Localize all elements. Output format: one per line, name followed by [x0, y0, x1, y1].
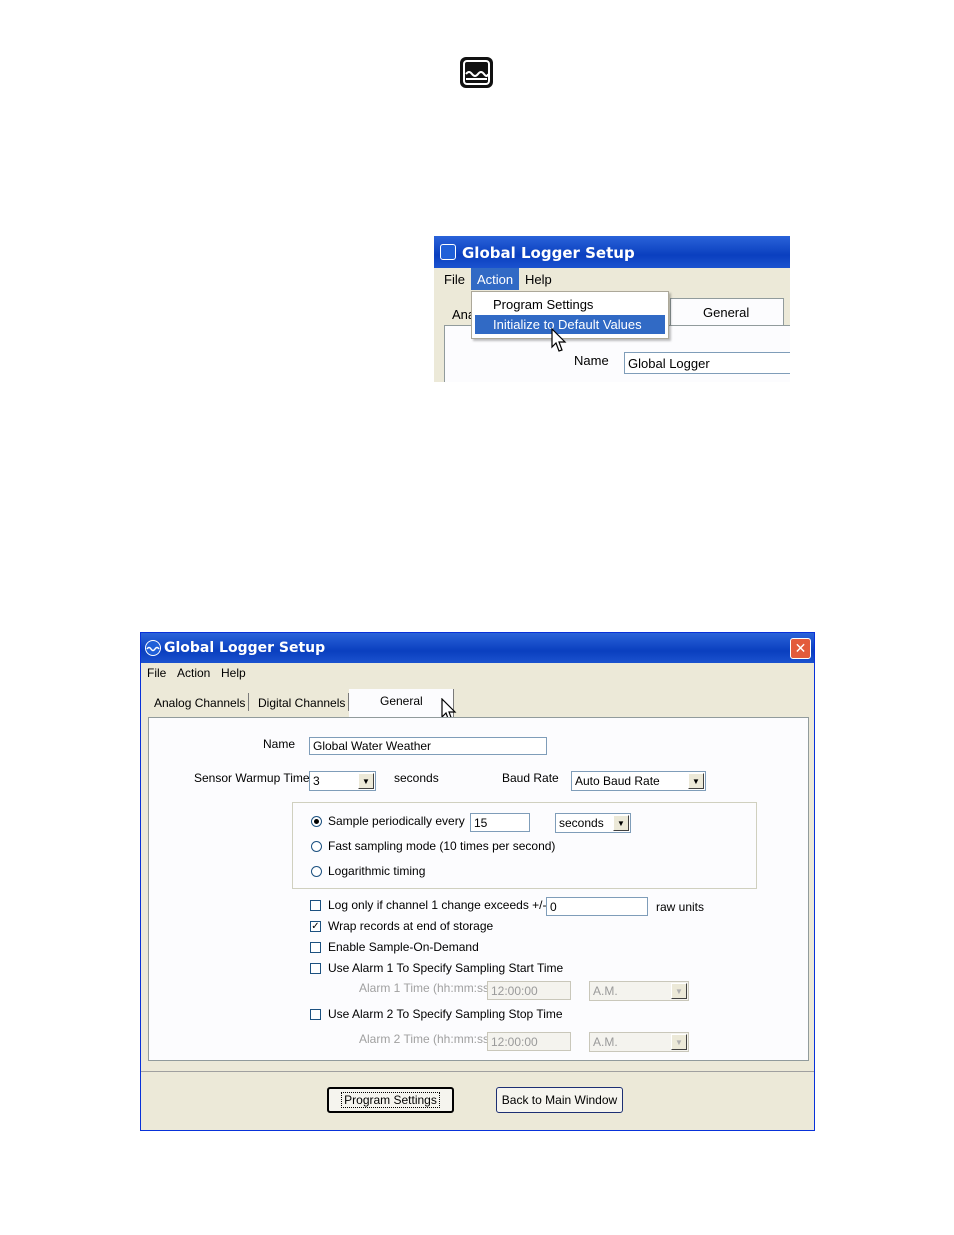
logarithmic-timing-label: Logarithmic timing: [328, 864, 426, 878]
baud-rate-select[interactable]: Auto Baud Rate ▼: [571, 771, 706, 791]
sensor-warmup-label: Sensor Warmup Time: [194, 771, 310, 785]
radio-sample-periodically[interactable]: [311, 816, 322, 827]
alarm2-ampm-value: A.M.: [593, 1035, 618, 1049]
alarm2-time-label: Alarm 2 Time (hh:mm:ss): [359, 1032, 494, 1046]
tab-separator: [248, 693, 249, 711]
sensor-warmup-value: 3: [313, 774, 320, 788]
window-title-bar: Global Logger Setup ✕: [141, 633, 814, 663]
alarm1-ampm-value: A.M.: [593, 984, 618, 998]
button-bar-divider: [141, 1071, 814, 1072]
menu-action[interactable]: Action: [471, 268, 520, 290]
water-wave-icon: [460, 57, 493, 88]
snippet-name-label: Name: [574, 353, 609, 368]
tab-general-label: General: [380, 694, 423, 708]
log-change-unit: raw units: [656, 900, 705, 914]
checkbox-log-change[interactable]: [310, 900, 321, 911]
alarm2-time-input[interactable]: 12:00:00: [487, 1032, 571, 1051]
dropdown-program-settings[interactable]: Program Settings: [472, 295, 662, 314]
sensor-warmup-select[interactable]: 3 ▼: [309, 771, 376, 791]
tab-analog-channels[interactable]: Analog Channels: [154, 696, 245, 710]
tab-general[interactable]: General: [670, 298, 784, 327]
checkbox-sample-on-demand[interactable]: [310, 942, 321, 953]
setup-window: Global Logger Setup ✕ File Action Help A…: [140, 632, 815, 1131]
sample-on-demand-label: Enable Sample-On-Demand: [328, 940, 479, 954]
menu-help[interactable]: Help: [525, 268, 552, 290]
snippet-menubar: File Action Help: [434, 268, 790, 290]
action-dropdown: Program Settings Initialize to Default V…: [471, 291, 669, 339]
tab-digital-channels[interactable]: Digital Channels: [258, 696, 345, 710]
menu-snippet: Global Logger Setup File Action Help Ana…: [434, 236, 790, 382]
chevron-down-icon[interactable]: ▼: [358, 773, 374, 789]
alarm2-label: Use Alarm 2 To Specify Sampling Stop Tim…: [328, 1007, 563, 1021]
alarm1-time-label: Alarm 1 Time (hh:mm:ss): [359, 981, 494, 995]
snippet-title-bar: Global Logger Setup: [434, 236, 790, 268]
sample-periodically-label: Sample periodically every: [328, 814, 465, 828]
menu-help[interactable]: Help: [221, 663, 246, 683]
program-settings-button[interactable]: Program Settings: [327, 1087, 454, 1113]
tab-general-label: General: [703, 305, 750, 320]
baud-rate-value: Auto Baud Rate: [575, 774, 660, 788]
back-to-main-button[interactable]: Back to Main Window: [496, 1087, 623, 1113]
log-change-input[interactable]: 0: [546, 897, 648, 916]
close-icon[interactable]: ✕: [790, 638, 811, 659]
logger-name-input[interactable]: Global Water Weather: [309, 737, 547, 755]
chevron-down-icon[interactable]: ▼: [613, 815, 629, 831]
fast-sampling-label: Fast sampling mode (10 times per second): [328, 839, 556, 853]
program-settings-button-label: Program Settings: [341, 1092, 440, 1108]
sample-interval-input[interactable]: 15: [470, 813, 530, 832]
dropdown-initialize-defaults[interactable]: Initialize to Default Values: [475, 315, 665, 334]
app-icon: [145, 640, 161, 656]
menu-file[interactable]: File: [147, 663, 166, 683]
mouse-cursor-icon: [551, 327, 567, 357]
checkbox-alarm1[interactable]: [310, 963, 321, 974]
radio-logarithmic-timing[interactable]: [311, 866, 322, 877]
chevron-down-icon[interactable]: ▼: [688, 773, 704, 789]
menu-file[interactable]: File: [444, 268, 465, 290]
tab-general[interactable]: General: [349, 689, 454, 717]
window-menubar: File Action Help: [141, 663, 814, 683]
alarm1-ampm-select[interactable]: A.M. ▼: [589, 981, 689, 1001]
menu-action[interactable]: Action: [177, 663, 210, 683]
name-label: Name: [263, 737, 296, 751]
radio-fast-sampling[interactable]: [311, 841, 322, 852]
window-title: Global Logger Setup: [164, 640, 326, 656]
log-change-label: Log only if channel 1 change exceeds +/-: [328, 898, 547, 912]
snippet-title: Global Logger Setup: [462, 244, 635, 262]
sensor-warmup-unit: seconds: [394, 771, 439, 785]
checkbox-alarm2[interactable]: [310, 1009, 321, 1020]
checkbox-wrap-records[interactable]: ✓: [310, 921, 321, 932]
chevron-down-icon[interactable]: ▼: [671, 983, 687, 999]
alarm1-time-input[interactable]: 12:00:00: [487, 981, 571, 1000]
alarm1-label: Use Alarm 1 To Specify Sampling Start Ti…: [328, 961, 564, 975]
app-icon: [440, 244, 456, 260]
sample-interval-unit-value: seconds: [559, 816, 604, 830]
baud-rate-label: Baud Rate: [502, 771, 559, 785]
alarm2-ampm-select[interactable]: A.M. ▼: [589, 1032, 689, 1052]
back-to-main-button-label: Back to Main Window: [501, 1093, 618, 1107]
wrap-records-label: Wrap records at end of storage: [328, 919, 494, 933]
sample-interval-unit-select[interactable]: seconds ▼: [555, 813, 631, 833]
chevron-down-icon[interactable]: ▼: [671, 1034, 687, 1050]
snippet-name-input[interactable]: Global Logger: [624, 352, 790, 374]
